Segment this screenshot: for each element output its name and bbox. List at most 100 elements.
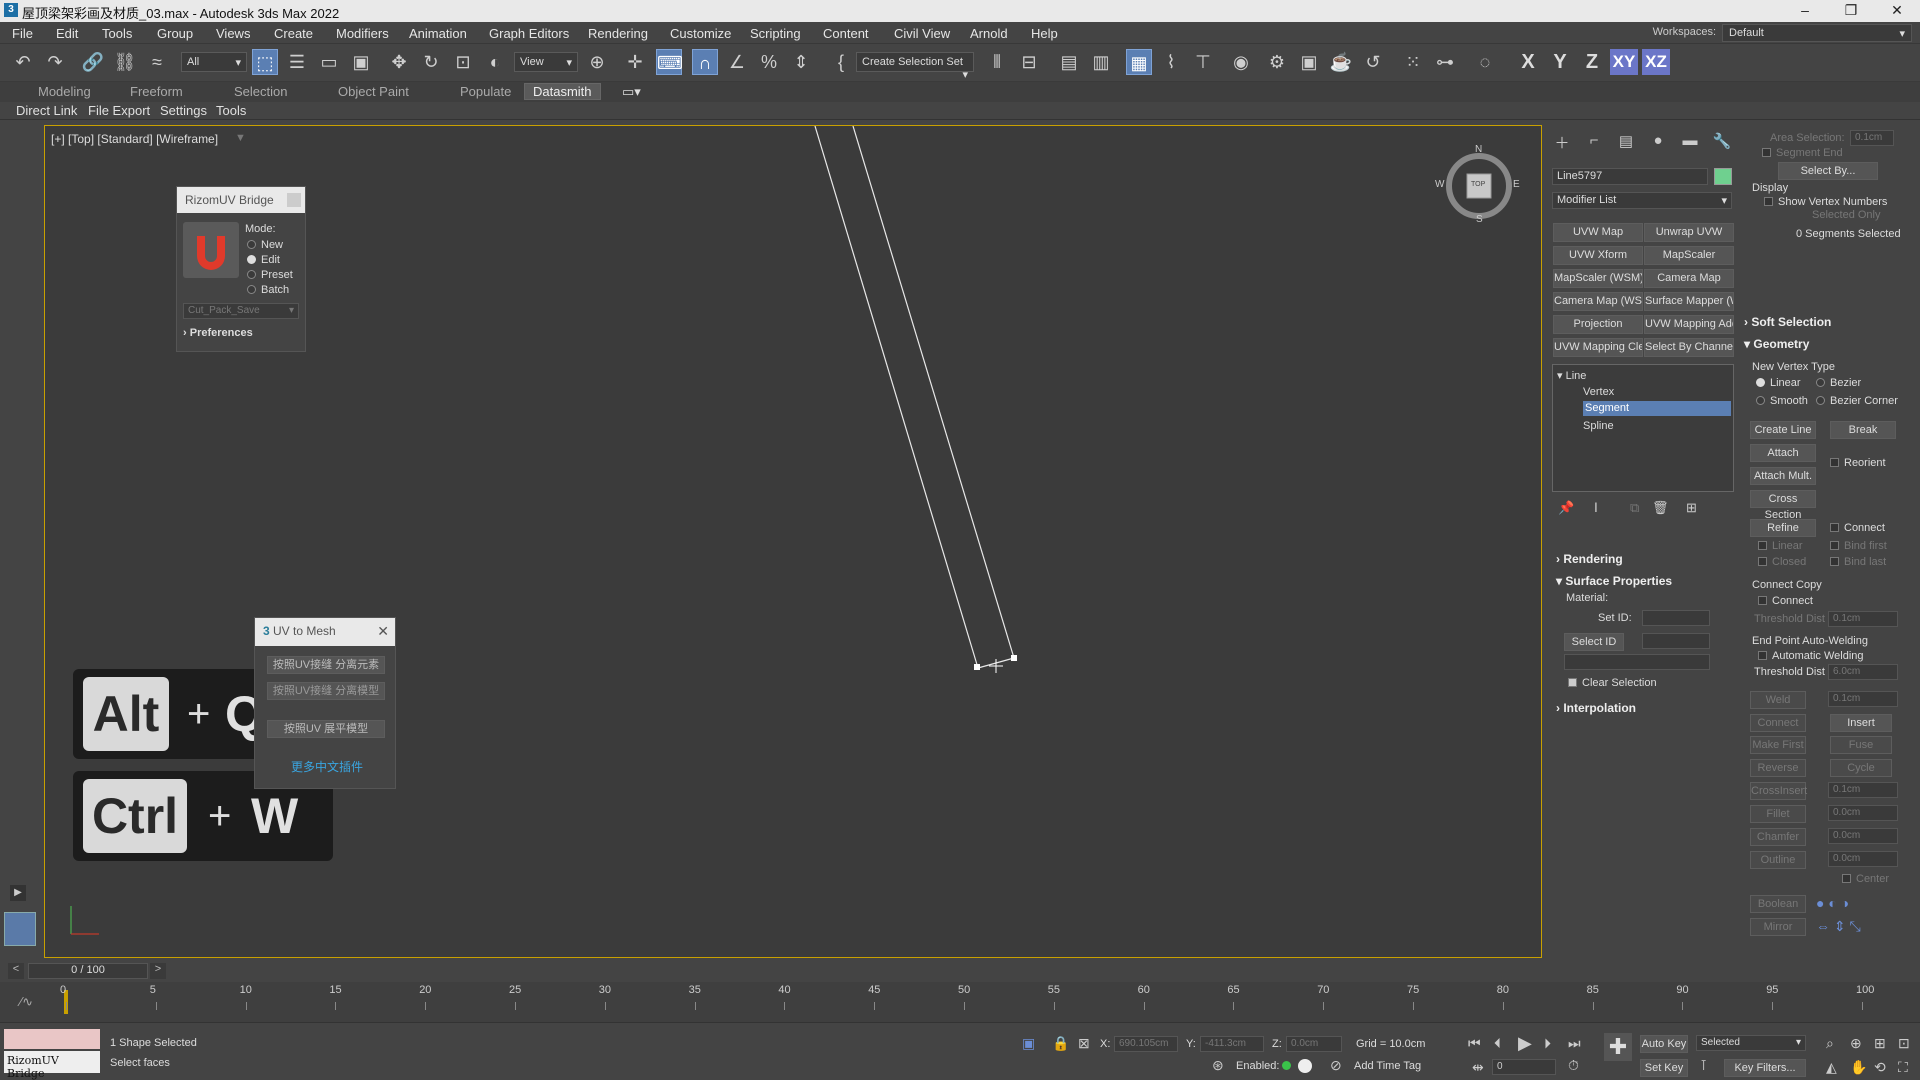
maxscript-listener[interactable] [4, 1029, 100, 1049]
show-vertex-numbers-checkbox[interactable]: Show Vertex Numbers [1764, 196, 1887, 208]
modifier-list-dropdown[interactable]: Modifier List ▾ [1552, 192, 1732, 209]
smooth-radio[interactable]: Smooth [1756, 395, 1808, 407]
preset-dropdown[interactable]: Cut_Pack_Save ▾ [183, 303, 299, 319]
time-configuration-icon[interactable]: ⏱ [1568, 1057, 1579, 1074]
menu-rendering[interactable]: Rendering [588, 26, 648, 41]
connect-checkbox[interactable]: Connect [1830, 522, 1885, 534]
curve-editor-icon[interactable]: ⌇ [1158, 49, 1184, 75]
select-manipulate-icon[interactable]: ✛ [622, 49, 648, 75]
viewcube-face-label[interactable]: TOP [1471, 181, 1485, 188]
menu-tools[interactable]: Tools [102, 26, 132, 41]
select-id-spinner[interactable] [1642, 633, 1710, 649]
menu-file[interactable]: File [12, 26, 33, 41]
fillet-button[interactable]: Fillet [1750, 805, 1806, 823]
next-frame-icon[interactable]: > [150, 963, 166, 979]
set-id-spinner[interactable] [1642, 610, 1710, 626]
utilities-tab-icon[interactable]: 🔧 [1710, 132, 1734, 154]
set-key-icon[interactable]: ✚ [1604, 1033, 1632, 1061]
refine-button[interactable]: Refine [1750, 519, 1816, 537]
reverse-button[interactable]: Reverse [1750, 759, 1806, 777]
camera-map-wsm-button[interactable]: Camera Map (WSM) [1553, 292, 1643, 311]
make-unique-icon[interactable]: ⧉ [1630, 500, 1639, 516]
subtab-tools[interactable]: Tools [216, 103, 246, 118]
flatten-model-by-uv-button[interactable]: 按照UV 展平模型 [267, 720, 385, 738]
vertex-handle[interactable] [974, 664, 980, 670]
linear-radio[interactable]: Linear [1756, 377, 1801, 389]
mode-preset-radio[interactable]: Preset [247, 269, 293, 281]
mode-edit-radio[interactable]: Edit [247, 254, 280, 266]
stack-segment-item[interactable]: Segment [1583, 401, 1731, 416]
key-filters-button[interactable]: Key Filters... [1724, 1059, 1806, 1077]
insert-button[interactable]: Insert [1830, 714, 1892, 732]
welding-threshold-spinner[interactable]: 6.0cm [1828, 664, 1898, 680]
link-icon[interactable]: 🔗 [80, 49, 106, 75]
absolute-mode-icon[interactable]: ⊠ [1078, 1035, 1090, 1052]
menu-scripting[interactable]: Scripting [750, 26, 801, 41]
create-line-button[interactable]: Create Line [1750, 421, 1816, 439]
outline-spinner[interactable]: 0.0cm [1828, 851, 1898, 867]
undo-icon[interactable]: ↶ [10, 49, 36, 75]
render-iterative-icon[interactable]: ↺ [1360, 49, 1386, 75]
stack-vertex-item[interactable]: Vertex [1583, 386, 1614, 398]
mapscaler-wsm-button[interactable]: MapScaler (WSM) [1553, 269, 1643, 288]
bind-space-warp-icon[interactable]: ≈ [144, 49, 170, 75]
scene-explorer-icon[interactable]: ▤ [1056, 49, 1082, 75]
previous-frame-icon[interactable]: ⏴ [1494, 1035, 1501, 1052]
weld-button[interactable]: Weld [1750, 691, 1806, 709]
center-checkbox[interactable]: Center [1842, 873, 1889, 885]
next-frame-icon[interactable]: ⏵ [1544, 1035, 1551, 1052]
select-by-channel-button[interactable]: Select By Channel [1644, 338, 1734, 357]
create-tab-icon[interactable]: ＋ [1550, 132, 1574, 154]
percent-snap-icon[interactable]: % [756, 49, 782, 75]
panel-close-icon[interactable] [287, 193, 301, 207]
material-name-dropdown[interactable] [1564, 654, 1710, 670]
configure-modifier-sets-icon[interactable]: ⊞ [1686, 500, 1697, 516]
subtab-settings[interactable]: Settings [160, 103, 207, 118]
axis-xy-button[interactable]: XY [1610, 49, 1638, 75]
move-icon[interactable]: ✥ [386, 49, 412, 75]
select-by-name-icon[interactable]: ☰ [284, 49, 310, 75]
pin-stack-icon[interactable]: 📌 [1558, 500, 1574, 516]
orbit-icon[interactable]: ⟲ [1874, 1059, 1886, 1076]
close-button[interactable]: ✕ [1874, 0, 1920, 22]
mode-new-radio[interactable]: New [247, 239, 283, 251]
projection-button[interactable]: Projection [1553, 315, 1643, 334]
menu-customize[interactable]: Customize [670, 26, 731, 41]
time-tag-icon[interactable]: ⊘ [1330, 1057, 1342, 1074]
fillet-spinner[interactable]: 0.0cm [1828, 805, 1898, 821]
menu-arnold[interactable]: Arnold [970, 26, 1008, 41]
tab-object-paint[interactable]: Object Paint [338, 84, 409, 99]
stack-line-item[interactable]: ▾ Line [1557, 369, 1586, 382]
maximize-viewport-icon[interactable]: ⛶ [1898, 1059, 1908, 1076]
field-of-view-icon[interactable]: ◭ [1826, 1059, 1837, 1076]
ribbon-options-icon[interactable]: ▭▾ [622, 84, 641, 100]
current-frame-field[interactable]: 0 [1492, 1059, 1556, 1075]
threshold-dist-spinner[interactable]: 0.1cm [1828, 611, 1898, 627]
measure-icon[interactable]: ⊶ [1432, 49, 1458, 75]
zoom-extents-all-icon[interactable]: ⊡ [1898, 1035, 1910, 1052]
rendered-frame-window-icon[interactable]: ▣ [1296, 49, 1322, 75]
surface-mapper-button[interactable]: Surface Mapper (WSM) [1644, 292, 1734, 311]
outline-button[interactable]: Outline [1750, 851, 1806, 869]
keyboard-shortcut-toggle-icon[interactable]: ⌨ [656, 49, 683, 75]
surface-properties-rollout[interactable]: ▾ Surface Properties [1556, 574, 1672, 588]
motion-tab-icon[interactable]: ● [1646, 132, 1670, 154]
render-production-icon[interactable]: ☕ [1328, 49, 1354, 75]
camera-map-button[interactable]: Camera Map [1644, 269, 1734, 288]
grid-icon[interactable]: ⁙ [1400, 49, 1426, 75]
geometry-rollout[interactable]: ▾ Geometry [1744, 337, 1809, 351]
set-key-button[interactable]: Set Key [1640, 1059, 1688, 1077]
weld-spinner[interactable]: 0.1cm [1828, 691, 1898, 707]
stack-spline-item[interactable]: Spline [1583, 420, 1614, 432]
pivot-center-icon[interactable]: ⊕ [584, 49, 610, 75]
tab-populate[interactable]: Populate [460, 84, 511, 99]
subtab-file-export[interactable]: File Export [88, 103, 150, 118]
menu-civil-view[interactable]: Civil View [894, 26, 950, 41]
window-crossing-icon[interactable]: ▣ [348, 49, 374, 75]
reorient-checkbox[interactable]: Reorient [1830, 457, 1886, 469]
axis-xz-button[interactable]: XZ [1642, 49, 1670, 75]
key-mode-icon[interactable]: ⇹ [1472, 1059, 1484, 1076]
mirror-icon[interactable]: ⫴ [984, 49, 1010, 75]
unwrap-uvw-button[interactable]: Unwrap UVW [1644, 223, 1734, 242]
subtab-direct-link[interactable]: Direct Link [16, 103, 77, 118]
